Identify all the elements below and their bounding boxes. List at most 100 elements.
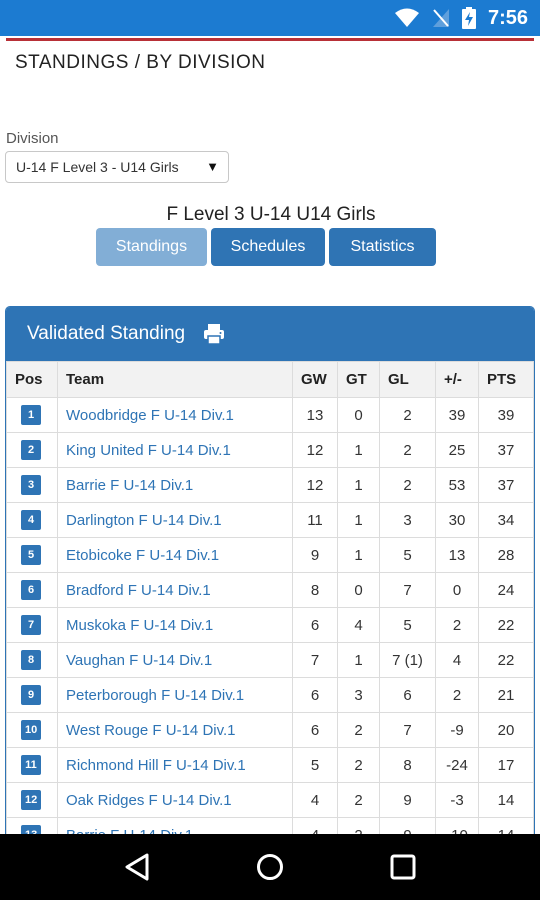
cell-gl: 8: [379, 747, 436, 783]
cell-team: Woodbridge F U-14 Div.1: [57, 397, 293, 433]
position-badge: 5: [21, 545, 41, 565]
table-row[interactable]: 4 Darlington F U-14 Div.1 11 1 3 30 34: [6, 502, 534, 538]
position-badge: 3: [21, 475, 41, 495]
panel-header: Validated Standing: [6, 307, 534, 361]
cell-plus-minus: 25: [435, 432, 479, 468]
position-badge: 11: [21, 755, 41, 775]
cell-gl: 3: [379, 502, 436, 538]
position-badge: 1: [21, 405, 41, 425]
cell-gl: 5: [379, 537, 436, 573]
cell-gt: 1: [337, 502, 380, 538]
cell-gw: 4: [292, 782, 338, 818]
back-button[interactable]: [107, 837, 167, 897]
position-badge: 12: [21, 790, 42, 810]
cell-gw: 11: [292, 502, 338, 538]
cell-gw: 6: [292, 607, 338, 643]
team-link[interactable]: Peterborough F U-14 Div.1: [66, 687, 244, 704]
table-row[interactable]: 3 Barrie F U-14 Div.1 12 1 2 53 37: [6, 467, 534, 503]
navigation-bar: [0, 834, 540, 900]
cell-plus-minus: 0: [435, 572, 479, 608]
cell-plus-minus: -3: [435, 782, 479, 818]
cell-plus-minus: 30: [435, 502, 479, 538]
team-link[interactable]: Oak Ridges F U-14 Div.1: [66, 792, 232, 809]
cell-pos: 9: [6, 677, 58, 713]
cell-pts: 17: [478, 747, 534, 783]
position-badge: 10: [21, 720, 42, 740]
team-link[interactable]: Bradford F U-14 Div.1: [66, 582, 211, 599]
division-label: Division: [6, 130, 59, 147]
team-link[interactable]: Richmond Hill F U-14 Div.1: [66, 757, 246, 774]
table-row[interactable]: 6 Bradford F U-14 Div.1 8 0 7 0 24: [6, 572, 534, 608]
standings-table: Pos Team GW GT GL +/- PTS 1 Woodbridge F …: [6, 361, 534, 845]
division-select[interactable]: U-14 F Level 3 - U14 Girls ▼: [5, 151, 229, 183]
cell-pos: 1: [6, 397, 58, 433]
cell-gw: 9: [292, 537, 338, 573]
table-row[interactable]: 5 Etobicoke F U-14 Div.1 9 1 5 13 28: [6, 537, 534, 573]
cell-pos: 11: [6, 747, 58, 783]
back-triangle-icon: [125, 853, 149, 881]
team-link[interactable]: King United F U-14 Div.1: [66, 442, 231, 459]
header-pos[interactable]: Pos: [6, 361, 58, 398]
cell-gt: 1: [337, 537, 380, 573]
cell-pos: 5: [6, 537, 58, 573]
cell-gl: 2: [379, 432, 436, 468]
team-link[interactable]: Etobicoke F U-14 Div.1: [66, 547, 219, 564]
header-plus-minus[interactable]: +/-: [435, 361, 479, 398]
team-link[interactable]: Vaughan F U-14 Div.1: [66, 652, 212, 669]
cell-pts: 21: [478, 677, 534, 713]
cell-gt: 2: [337, 782, 380, 818]
cell-gl: 7: [379, 572, 436, 608]
status-bar: 7:56: [0, 0, 540, 36]
recents-square-icon: [390, 854, 416, 880]
cell-gw: 8: [292, 572, 338, 608]
cell-gt: 1: [337, 467, 380, 503]
no-signal-icon: [432, 9, 449, 27]
position-badge: 7: [21, 615, 41, 635]
team-link[interactable]: Barrie F U-14 Div.1: [66, 477, 193, 494]
table-row[interactable]: 12 Oak Ridges F U-14 Div.1 4 2 9 -3 14: [6, 782, 534, 818]
cell-gw: 13: [292, 397, 338, 433]
header-gl[interactable]: GL: [379, 361, 436, 398]
standings-body: 1 Woodbridge F U-14 Div.1 13 0 2 39 39 2 King Un…: [6, 397, 534, 845]
cell-plus-minus: -24: [435, 747, 479, 783]
cell-gw: 6: [292, 712, 338, 748]
cell-pos: 8: [6, 642, 58, 678]
cell-gt: 1: [337, 432, 380, 468]
cell-pos: 2: [6, 432, 58, 468]
table-row[interactable]: 8 Vaughan F U-14 Div.1 7 1 7 (1) 4 22: [6, 642, 534, 678]
print-icon[interactable]: [203, 323, 225, 345]
table-row[interactable]: 11 Richmond Hill F U-14 Div.1 5 2 8 -24 17: [6, 747, 534, 783]
table-row[interactable]: 2 King United F U-14 Div.1 12 1 2 25 37: [6, 432, 534, 468]
cell-team: Darlington F U-14 Div.1: [57, 502, 293, 538]
table-row[interactable]: 10 West Rouge F U-14 Div.1 6 2 7 -9 20: [6, 712, 534, 748]
header-team[interactable]: Team: [57, 361, 293, 398]
cell-pos: 6: [6, 572, 58, 608]
page-title: STANDINGS / BY DIVISION: [15, 52, 266, 73]
tab-schedules[interactable]: Schedules: [211, 228, 325, 266]
table-row[interactable]: 9 Peterborough F U-14 Div.1 6 3 6 2 21: [6, 677, 534, 713]
team-link[interactable]: Darlington F U-14 Div.1: [66, 512, 222, 529]
home-circle-icon: [256, 854, 283, 880]
team-link[interactable]: Muskoka F U-14 Div.1: [66, 617, 213, 634]
team-link[interactable]: Woodbridge F U-14 Div.1: [66, 407, 234, 424]
cell-pts: 37: [478, 432, 534, 468]
header-gt[interactable]: GT: [337, 361, 380, 398]
team-link[interactable]: West Rouge F U-14 Div.1: [66, 722, 236, 739]
cell-pts: 20: [478, 712, 534, 748]
header-pts[interactable]: PTS: [478, 361, 534, 398]
tab-standings[interactable]: Standings: [96, 228, 207, 266]
cell-pts: 39: [478, 397, 534, 433]
home-button[interactable]: [240, 837, 300, 897]
table-row[interactable]: 7 Muskoka F U-14 Div.1 6 4 5 2 22: [6, 607, 534, 643]
cell-team: West Rouge F U-14 Div.1: [57, 712, 293, 748]
cell-pos: 10: [6, 712, 58, 748]
position-badge: 4: [21, 510, 41, 530]
recents-button[interactable]: [373, 837, 433, 897]
cell-plus-minus: 2: [435, 677, 479, 713]
header-gw[interactable]: GW: [292, 361, 338, 398]
table-row[interactable]: 1 Woodbridge F U-14 Div.1 13 0 2 39 39: [6, 397, 534, 433]
header-divider: [6, 38, 534, 41]
tab-statistics[interactable]: Statistics: [329, 228, 436, 266]
panel-title: Validated Standing: [27, 323, 186, 344]
cell-pos: 12: [6, 782, 58, 818]
